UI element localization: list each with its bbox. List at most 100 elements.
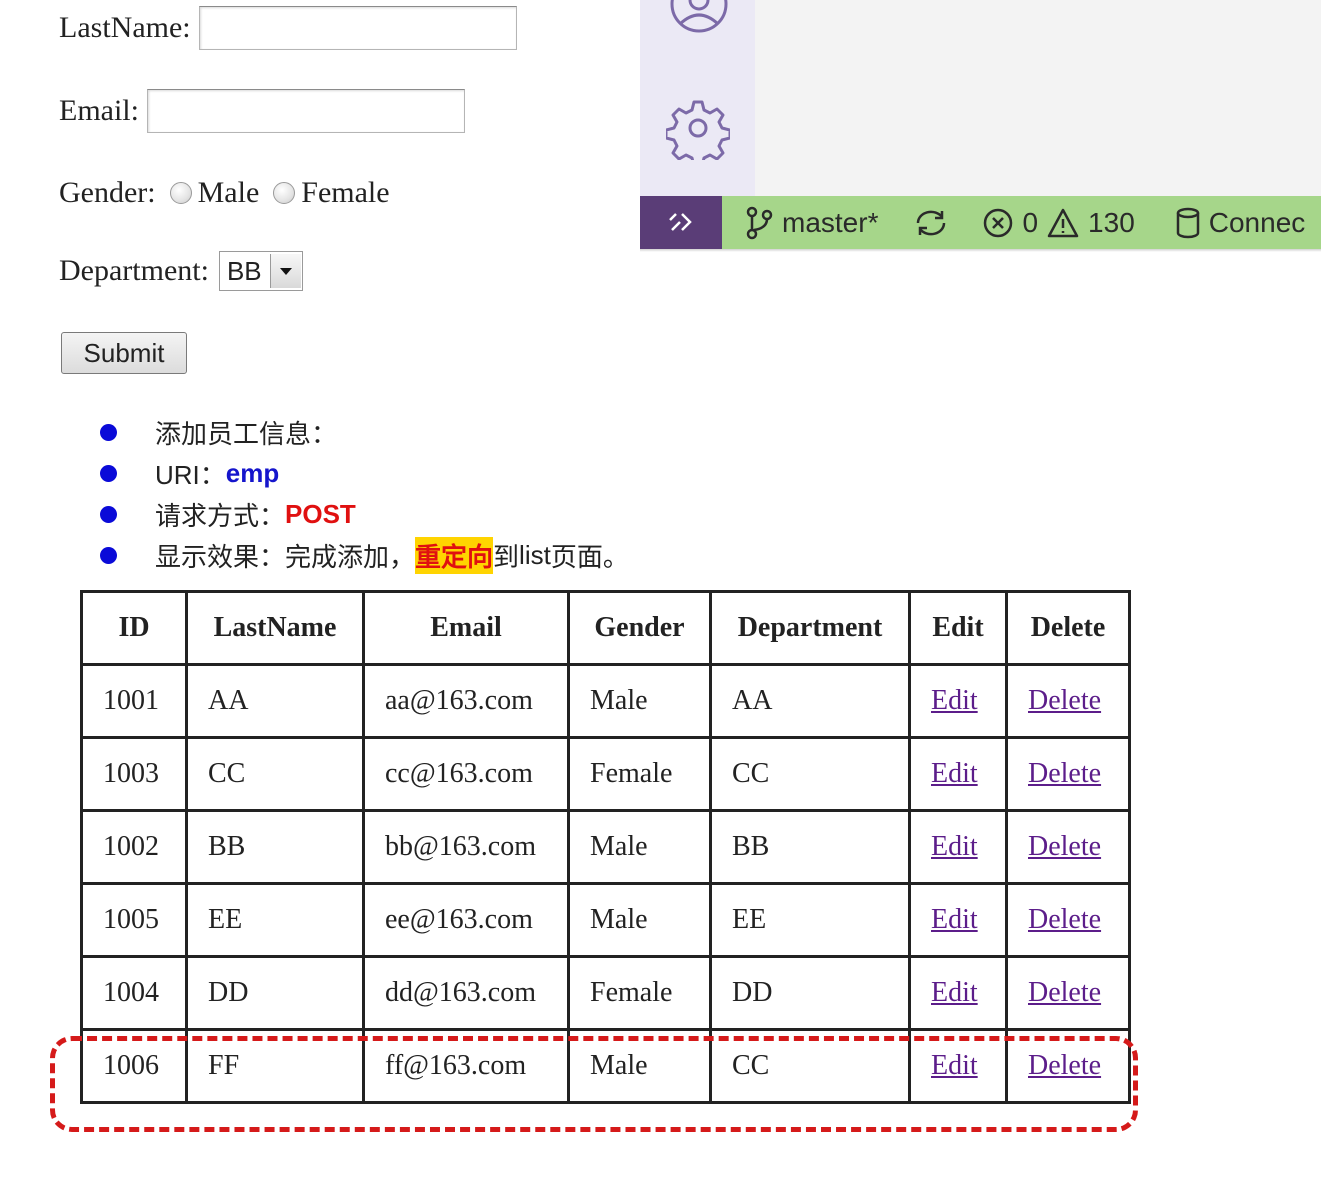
cell-gender: Male [567, 663, 712, 739]
cell-email: cc@163.com [362, 736, 570, 812]
gender-female-radio[interactable] [273, 182, 296, 204]
cell-department: CC [709, 736, 911, 812]
status-bar-shadow [640, 249, 1321, 252]
cell-lastname: EE [185, 882, 365, 958]
edit-link[interactable]: Edit [931, 977, 978, 1008]
note-effect-list: list [519, 539, 551, 570]
note-effect-label: 显示效果：完成添加， [155, 542, 416, 572]
column-header-lastname: LastName [185, 590, 365, 666]
sync-status[interactable] [914, 208, 956, 238]
gender-male-radio[interactable] [169, 182, 192, 204]
cell-edit: Edit [908, 955, 1008, 1031]
cell-delete: Delete [1005, 809, 1131, 885]
lastname-label: LastName: [59, 11, 191, 44]
delete-link[interactable]: Delete [1028, 977, 1101, 1008]
column-header-delete: Delete [1005, 590, 1131, 666]
cell-edit: Edit [908, 1028, 1008, 1104]
department-row: Department: BB [59, 250, 303, 292]
cell-email: ff@163.com [362, 1028, 570, 1104]
gender-label: Gender: [59, 176, 156, 209]
gender-row: Gender: Male Female [59, 172, 390, 214]
cell-delete: Delete [1005, 736, 1131, 812]
cell-department: CC [709, 1028, 911, 1104]
cell-lastname: DD [185, 955, 365, 1031]
dropdown-arrow-icon[interactable] [269, 254, 301, 288]
note-method-value: POST [285, 498, 356, 529]
table-row: 1002 BB bb@163.com Male BB Edit Delete [80, 809, 1131, 885]
status-bar: master* 0 130 Connec [640, 196, 1321, 249]
delete-link[interactable]: Delete [1028, 831, 1101, 862]
cell-id: 1004 [80, 955, 188, 1031]
database-icon [1176, 207, 1200, 238]
cell-department: BB [709, 809, 911, 885]
email-row: Email: [59, 89, 465, 133]
delete-link[interactable]: Delete [1028, 685, 1101, 716]
submit-button[interactable]: Submit [61, 332, 187, 374]
lastname-input[interactable] [198, 6, 517, 50]
note-redirect-highlight: 重定向 [415, 536, 494, 574]
cell-id: 1003 [80, 736, 188, 812]
edit-link[interactable]: Edit [931, 758, 978, 789]
cell-id: 1001 [80, 663, 188, 739]
note-uri-label: URI： [155, 459, 226, 490]
note-add-employee: 添加员工信息： [155, 419, 338, 449]
problems-status[interactable]: 0 130 [982, 206, 1135, 239]
cell-gender: Male [567, 882, 712, 958]
gender-female-label: Female [301, 176, 390, 209]
list-item: 显示效果：完成添加， 重定向 到 list 页面。 [100, 535, 629, 575]
cell-gender: Female [567, 736, 712, 812]
bullet-dot-icon [100, 464, 117, 482]
list-item: 请求方式： POST [100, 494, 356, 534]
delete-link[interactable]: Delete [1028, 758, 1101, 789]
department-label: Department: [59, 254, 209, 287]
edit-link[interactable]: Edit [931, 831, 978, 862]
delete-link[interactable]: Delete [1028, 1050, 1101, 1081]
cell-email: bb@163.com [362, 809, 570, 885]
column-header-gender: Gender [567, 590, 712, 666]
cell-lastname: CC [185, 736, 365, 812]
cell-email: ee@163.com [362, 882, 570, 958]
column-header-edit: Edit [908, 590, 1008, 666]
table-row: 1005 EE ee@163.com Male EE Edit Delete [80, 882, 1131, 958]
cell-department: DD [709, 955, 911, 1031]
cell-delete: Delete [1005, 955, 1131, 1031]
column-header-email: Email [362, 590, 570, 666]
cell-edit: Edit [908, 809, 1008, 885]
cell-id: 1005 [80, 882, 188, 958]
bullet-dot-icon [100, 505, 117, 523]
cell-id: 1002 [80, 809, 188, 885]
cell-lastname: FF [185, 1028, 365, 1104]
editor-area [755, 0, 1321, 196]
account-icon[interactable] [667, 0, 731, 40]
table-row: 1003 CC cc@163.com Female CC Edit Delete [80, 736, 1131, 812]
cell-gender: Female [567, 955, 712, 1031]
git-branch-icon [746, 206, 773, 239]
table-row: 1001 AA aa@163.com Male AA Edit Delete [80, 663, 1131, 739]
cell-gender: Male [567, 809, 712, 885]
note-effect-mid: 到 [493, 542, 520, 572]
department-select[interactable]: BB [218, 251, 303, 291]
edit-link[interactable]: Edit [931, 904, 978, 935]
lastname-row: LastName: [59, 6, 517, 50]
edit-link[interactable]: Edit [931, 685, 978, 716]
cell-edit: Edit [908, 663, 1008, 739]
email-input[interactable] [146, 89, 465, 133]
warning-count: 130 [1088, 206, 1135, 238]
note-effect-suffix: 页面。 [550, 542, 629, 572]
delete-link[interactable]: Delete [1028, 904, 1101, 935]
cell-id: 1006 [80, 1028, 188, 1104]
cell-lastname: BB [185, 809, 365, 885]
note-uri-value: emp [225, 457, 280, 488]
connection-status[interactable]: Connec [1175, 207, 1305, 239]
cell-email: dd@163.com [362, 955, 570, 1031]
remote-icon[interactable] [640, 196, 722, 249]
branch-name: master* [782, 206, 879, 238]
settings-gear-icon[interactable] [666, 96, 730, 160]
cell-gender: Male [567, 1028, 712, 1104]
edit-link[interactable]: Edit [931, 1050, 978, 1081]
git-branch-status[interactable]: master* [744, 206, 878, 240]
department-selected-value: BB [226, 255, 262, 286]
sync-icon [917, 210, 946, 235]
cell-email: aa@163.com [362, 663, 570, 739]
column-header-id: ID [80, 590, 188, 666]
